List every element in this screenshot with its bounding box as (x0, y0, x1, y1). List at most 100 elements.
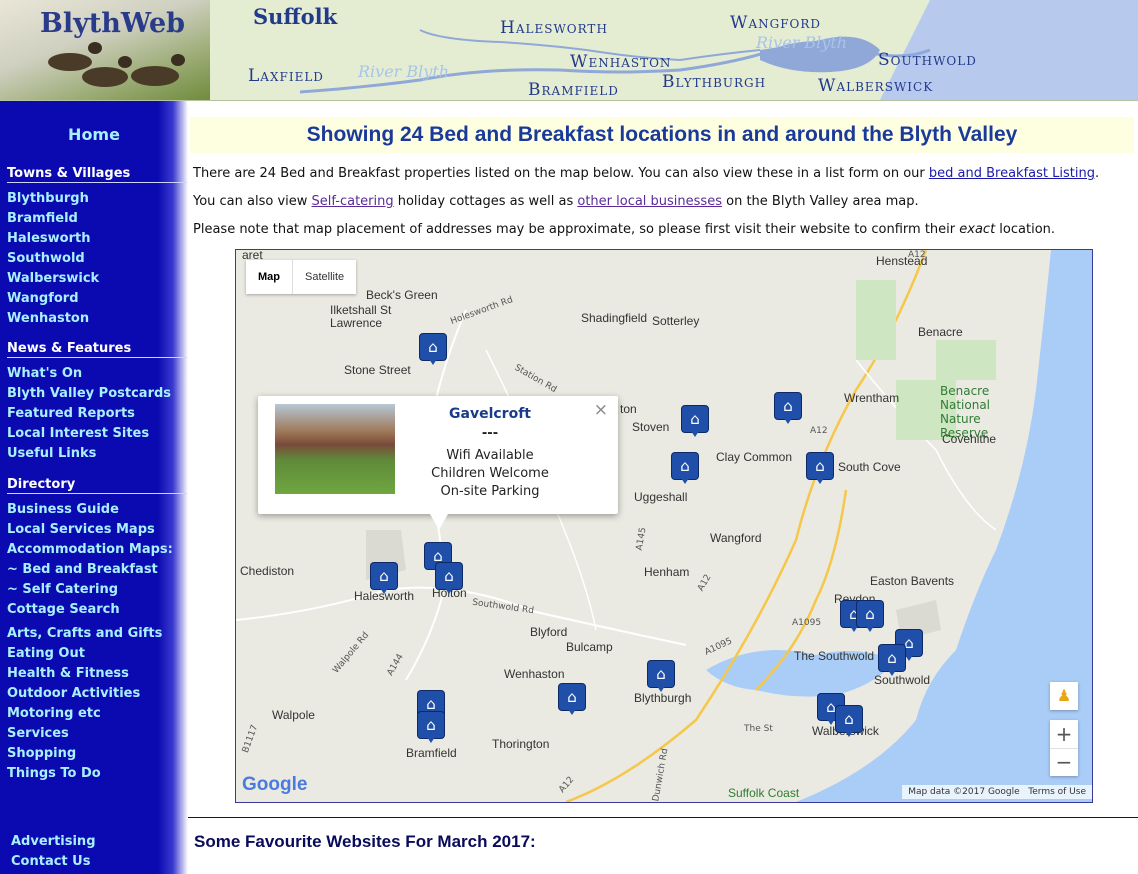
sidebar-item-walberswick[interactable]: Walberswick (7, 271, 99, 286)
sidebar-item-accommodation-maps[interactable]: Accommodation Maps: (7, 542, 173, 557)
info-window-title[interactable]: Gavelcroft (406, 406, 574, 422)
sidebar-item-featured-reports[interactable]: Featured Reports (7, 406, 135, 421)
sidebar-item-business-guide[interactable]: Business Guide (7, 502, 119, 517)
header-place-wangford[interactable]: Wangford (730, 13, 821, 33)
bb-marker-house-icon[interactable]: ⌂ (436, 563, 462, 594)
intro-paragraph: There are 24 Bed and Breakfast propertie… (193, 166, 1099, 181)
sidebar-item-advertising[interactable]: Advertising (11, 834, 96, 849)
header-river-label-2: River Blyth (756, 33, 848, 52)
sidebar-item-contact-us[interactable]: Contact Us (11, 854, 90, 869)
bb-marker-house-icon[interactable]: ⌂ (420, 334, 446, 365)
map-data-text: Map data ©2017 Google (908, 787, 1020, 797)
header-place-bramfield[interactable]: Bramfield (528, 80, 619, 100)
favourite-websites-heading: Some Favourite Websites For March 2017: (194, 832, 536, 851)
map-label-uggeshall: Uggeshall (634, 490, 688, 504)
header-place-wenhaston[interactable]: Wenhaston (570, 52, 671, 72)
sidebar-item-health-fitness[interactable]: Health & Fitness (7, 666, 129, 681)
close-icon[interactable]: × (594, 400, 608, 420)
map-terrain (236, 250, 1092, 802)
sidebar-item-local-interest[interactable]: Local Interest Sites (7, 426, 149, 441)
map-label-stone-street: Stone Street (344, 363, 411, 377)
zoom-in-button[interactable]: + (1050, 720, 1078, 749)
sidebar-home-link[interactable]: Home (0, 125, 188, 144)
bb-marker-house-icon[interactable]: ⌂ (682, 406, 708, 437)
header-place-halesworth[interactable]: Halesworth (500, 18, 608, 38)
sidebar-item-useful-links[interactable]: Useful Links (7, 446, 96, 461)
road-label: A12 (908, 250, 926, 260)
zoom-out-button[interactable]: − (1050, 749, 1078, 776)
map-label-south-cove: South Cove (838, 460, 901, 474)
bb-marker-house-icon[interactable]: ⌂ (672, 453, 698, 484)
map-type-map-button[interactable]: Map (246, 260, 293, 294)
sidebar-item-wenhaston[interactable]: Wenhaston (7, 311, 89, 326)
map-type-satellite-button[interactable]: Satellite (293, 260, 356, 294)
map-label-wenhaston: Wenhaston (504, 667, 565, 681)
street-view-pegman-icon[interactable]: ♟ (1050, 682, 1078, 710)
map-label-the-southwold: The Southwold (794, 649, 875, 663)
sidebar-section-towns: Towns & Villages (7, 166, 187, 183)
sidebar-item-halesworth[interactable]: Halesworth (7, 231, 90, 246)
sidebar-item-arts-crafts[interactable]: Arts, Crafts and Gifts (7, 626, 162, 641)
sidebar-item-blythburgh[interactable]: Blythburgh (7, 191, 89, 206)
map-label-covehithe: Covehithe (942, 432, 997, 446)
bb-marker-house-icon[interactable]: ⌂ (371, 563, 397, 594)
site-header: BlythWeb Suffolk Halesworth Wangford Wen… (0, 0, 1138, 101)
site-logo[interactable]: BlythWeb (0, 0, 210, 100)
header-county: Suffolk (253, 4, 338, 29)
map-label-bulcamp: Bulcamp (566, 640, 613, 654)
map-label-blyford: Blyford (530, 625, 568, 639)
sidebar-item-bramfield[interactable]: Bramfield (7, 211, 78, 226)
note-end: location. (995, 222, 1056, 237)
sidebar-item-cottage-search[interactable]: Cottage Search (7, 602, 120, 617)
sidebar-item-southwold[interactable]: Southwold (7, 251, 85, 266)
info-window-separator: --- (481, 426, 499, 441)
bb-marker-house-icon[interactable]: ⌂ (879, 645, 905, 676)
main-content: Showing 24 Bed and Breakfast locations i… (188, 101, 1138, 874)
sidebar-item-local-services-maps[interactable]: Local Services Maps (7, 522, 155, 537)
map-label-stoven: Stoven (632, 420, 670, 434)
bb-marker-house-icon[interactable]: ⌂ (418, 712, 444, 743)
sidebar-item-wangford[interactable]: Wangford (7, 291, 79, 306)
bb-marker-house-icon[interactable]: ⌂ (775, 393, 801, 424)
map-label-wrentham: Wrentham (844, 391, 900, 405)
self-catering-link[interactable]: Self-catering (312, 194, 394, 209)
info-window-feature: Wifi Available (446, 448, 534, 463)
info-window-feature: On-site Parking (440, 484, 540, 499)
header-place-southwold[interactable]: Southwold (878, 50, 977, 70)
google-map[interactable]: aret Henstead Beck's Green Ilketshall St… (235, 249, 1093, 803)
sidebar-item-shopping[interactable]: Shopping (7, 746, 76, 761)
sidebar-item-postcards[interactable]: Blyth Valley Postcards (7, 386, 171, 401)
sidebar-item-self-catering[interactable]: ~ Self Catering (7, 582, 118, 597)
other-businesses-link[interactable]: other local businesses (577, 194, 722, 209)
bb-marker-house-icon[interactable]: ⌂ (807, 453, 833, 484)
sidebar-item-eating-out[interactable]: Eating Out (7, 646, 85, 661)
sidebar: Home Towns & Villages Blythburgh Bramfie… (0, 101, 188, 874)
info-window-feature: Children Welcome (431, 466, 549, 481)
bb-marker-house-icon[interactable]: ⌂ (836, 706, 862, 737)
sidebar-item-bed-and-breakfast[interactable]: ~ Bed and Breakfast (7, 562, 158, 577)
sidebar-section-news: News & Features (7, 341, 187, 358)
terms-of-use-link[interactable]: Terms of Use (1028, 787, 1086, 797)
sidebar-item-whats-on[interactable]: What's On (7, 366, 82, 381)
ducks-illustration (48, 42, 185, 87)
bb-listing-link[interactable]: bed and Breakfast Listing (929, 166, 1095, 181)
note-emphasis: exact (959, 222, 996, 237)
bb-marker-house-icon[interactable]: ⌂ (559, 684, 585, 715)
sidebar-item-outdoor-activities[interactable]: Outdoor Activities (7, 686, 140, 701)
header-place-laxfield[interactable]: Laxfield (248, 66, 324, 86)
sidebar-item-motoring[interactable]: Motoring etc (7, 706, 101, 721)
header-place-walberswick[interactable]: Walberswick (818, 76, 933, 96)
bb-marker-house-icon[interactable]: ⌂ (648, 661, 674, 692)
intro-text: There are 24 Bed and Breakfast propertie… (193, 166, 929, 181)
sidebar-item-things-to-do[interactable]: Things To Do (7, 766, 101, 781)
map-attribution: Map data ©2017 Google Terms of Use (902, 785, 1092, 799)
header-place-blythburgh[interactable]: Blythburgh (662, 72, 766, 92)
road-label: A12 (810, 426, 828, 436)
map-type-control: Map Satellite (246, 260, 357, 294)
road-label: A1095 (792, 618, 822, 628)
marker-info-window: Gavelcroft --- Wifi Available Children W… (258, 396, 618, 530)
favourite-websites-section: Some Favourite Websites For March 2017: (188, 817, 1138, 851)
map-label-sotterley: Sotterley (652, 314, 700, 328)
sidebar-item-services[interactable]: Services (7, 726, 69, 741)
bb-marker-house-icon[interactable]: ⌂ (857, 601, 883, 632)
